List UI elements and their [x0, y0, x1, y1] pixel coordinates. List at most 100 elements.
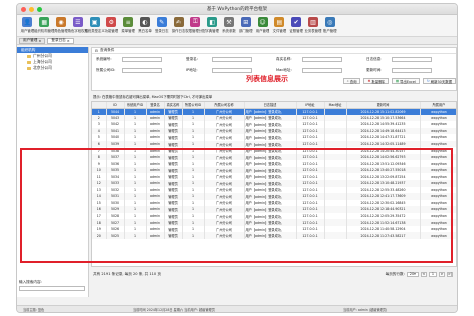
role-icon: ◉	[55, 17, 66, 27]
table-cell: 127.0.0.1	[296, 232, 325, 239]
toolbar-button-15[interactable]: ▤ 文件管理	[271, 17, 288, 33]
params-icon: ⚒	[223, 17, 234, 27]
query-row-1: 系统编号: 登录名: 真实名称: 日志信息:	[92, 54, 456, 65]
query-field-label: Mac地址:	[276, 68, 292, 72]
table-row[interactable]: 20 5025 1 admin 管理员 1 广州分公司 用户【admin】登录成功, 127.0…	[92, 232, 456, 239]
tab-close-icon[interactable]: ×	[38, 39, 41, 43]
toolbar-button-17[interactable]: ▥ 业务表管理	[304, 17, 322, 33]
tab-strip: 用户管理 × 登录日志 ×	[17, 37, 457, 45]
hint-text: 提示: 在表格中按鼠标右键可弹出菜单, MacOS下需同时按下Ctrl, 才可弹…	[93, 94, 213, 99]
query-field-input[interactable]	[212, 57, 252, 62]
query-field-label: 真实名称:	[276, 57, 292, 61]
batch-delete-button[interactable]: ✖ 批量删除	[363, 78, 389, 84]
field-icon: ☰	[72, 17, 83, 27]
query-field-input[interactable]	[392, 57, 432, 62]
toolbar-button-5[interactable]: ⚙ 功能管理	[103, 17, 120, 33]
table-cell: 用户【admin】登录成功,	[244, 232, 297, 239]
toolbar-button-13[interactable]: ⊞ 部门管理	[237, 17, 254, 33]
list-section-title: 列表信息展示	[246, 75, 288, 83]
toolbar-button-8[interactable]: ✎ 登录日志	[153, 17, 170, 33]
toolbar-button-7[interactable]: ◐ 黑白名单	[137, 17, 154, 33]
delete-icon: ✖	[367, 79, 371, 83]
app-window: 基于 WxPython的跨平台框架 👤 用户管理 ▦ 组织机构管理 ◉ 角色管理 ☰ 角色字段…	[16, 3, 458, 313]
user-icon: 👤	[22, 17, 33, 27]
query-field: Mac地址:	[276, 68, 366, 73]
table-icon: ▥	[307, 17, 318, 27]
column-header[interactable]: 所属公司ID	[182, 102, 205, 109]
toolbar-button-16[interactable]: ✔ 证照管理	[288, 17, 305, 33]
sidebar-search-label: 输入搜索内容:	[19, 280, 42, 284]
tab-user-management[interactable]: 用户管理 ×	[19, 37, 46, 44]
toolbar-button-18[interactable]: ◎ 账户管理	[321, 17, 338, 33]
query-field-input[interactable]	[122, 57, 162, 62]
folder-icon	[27, 66, 31, 70]
toolbar-button-4[interactable]: ▣ 系统类型定义	[84, 17, 105, 33]
toolbar-button-1[interactable]: ▦ 组织机构管理	[34, 17, 55, 33]
tree-item-beijing[interactable]: 北京分公司	[17, 65, 88, 71]
chevron-down-icon: ▾	[414, 272, 416, 276]
refresh-label: 刷新30天数据	[430, 79, 452, 84]
collapse-icon[interactable]: ⊟	[95, 49, 98, 53]
table-cell: 20	[92, 232, 107, 239]
prev-page-button[interactable]: <	[420, 271, 427, 277]
dept-icon: ⊞	[240, 17, 251, 27]
query-field-label: IP地址:	[186, 68, 198, 72]
toolbar-button-12[interactable]: ⚒ 系统参数	[221, 17, 238, 33]
export-excel-button[interactable]: ▦ 导出Excel	[391, 78, 420, 84]
page-number-input[interactable]: 1	[428, 271, 437, 277]
row-number: 5	[97, 135, 100, 140]
permission-icon: ⚿	[190, 17, 201, 27]
column-header[interactable]: 系统用户ID	[124, 102, 147, 109]
query-field-input[interactable]	[302, 68, 342, 73]
toolbar-button-14[interactable]: ☺ 用户管理	[254, 17, 271, 33]
status-time: 当前时间 2024年12月28日 星期六 当前用户: 超级管理员	[133, 307, 215, 312]
status-theme: 当前主题: 蓝色	[23, 307, 45, 312]
query-field-input[interactable]	[212, 68, 252, 73]
dictionary-icon: ◧	[207, 17, 218, 27]
toolbar-button-label: 业务表管理	[304, 29, 322, 33]
query-field-input[interactable]	[302, 57, 342, 62]
search-button[interactable]: ⌕ 查询	[342, 78, 361, 84]
row-number: 11	[96, 174, 101, 179]
last-page-button[interactable]: >|	[447, 271, 453, 277]
table-cell	[324, 232, 347, 239]
row-number: 7	[97, 148, 100, 153]
sidebar-search-input[interactable]	[19, 286, 85, 291]
query-field: 日志信息:	[366, 57, 456, 62]
query-field-input[interactable]	[392, 68, 432, 73]
org-icon: ▦	[39, 17, 50, 27]
query-field: 系统编号:	[96, 57, 186, 62]
main-content: ⊟ 查询条件 系统编号: 登录名: 真实名称: 日志信息: 所属公司ID: IP地址: M…	[91, 47, 457, 297]
query-field: 真实名称:	[276, 57, 366, 62]
next-page-button[interactable]: >	[439, 271, 445, 277]
toolbar-button-10[interactable]: ⚿ 权限管理分配	[185, 17, 206, 33]
close-window-button[interactable]	[21, 7, 26, 12]
minimize-window-button[interactable]	[29, 7, 34, 12]
search-button-label: 查询	[349, 79, 357, 84]
toolbar-button-label: 组织机构管理	[34, 29, 55, 33]
maximize-window-button[interactable]	[37, 7, 42, 12]
toolbar-button-label: 权限管理分配	[185, 29, 206, 33]
column-header[interactable]: 真实名称	[164, 102, 183, 109]
page-size-select[interactable]: 20 ▾	[406, 271, 419, 277]
tab-close-icon[interactable]: ×	[67, 39, 70, 43]
toolbar-button-label: 部门管理	[238, 29, 253, 33]
query-field: 更新时间:	[366, 68, 456, 73]
row-number: 1	[97, 109, 100, 114]
table-cell: admin	[146, 232, 165, 239]
toolbar-button-11[interactable]: ◧ 字典管理	[204, 17, 221, 33]
account-icon: ◎	[324, 17, 335, 27]
login-log-icon: ✎	[156, 17, 167, 27]
query-field-input[interactable]	[122, 68, 162, 73]
record-summary: 共有 2191 条记录, 每页 20 条, 共 110 页	[93, 271, 161, 276]
folder-icon	[27, 60, 31, 64]
refresh-30-days-button[interactable]: ↻ 刷新30天数据	[422, 78, 456, 84]
row-number: 16	[96, 207, 101, 212]
table-cell: 1	[124, 232, 147, 239]
tab-login-log[interactable]: 登录日志 ×	[47, 37, 74, 44]
toolbar-button-6[interactable]: ≡ 菜单管理	[120, 17, 137, 33]
row-number: 14	[96, 194, 101, 199]
query-field-label: 登录名:	[186, 57, 198, 61]
toolbar-button-label: 用户管理	[255, 29, 270, 33]
table-cell: 广州分公司	[204, 232, 245, 239]
